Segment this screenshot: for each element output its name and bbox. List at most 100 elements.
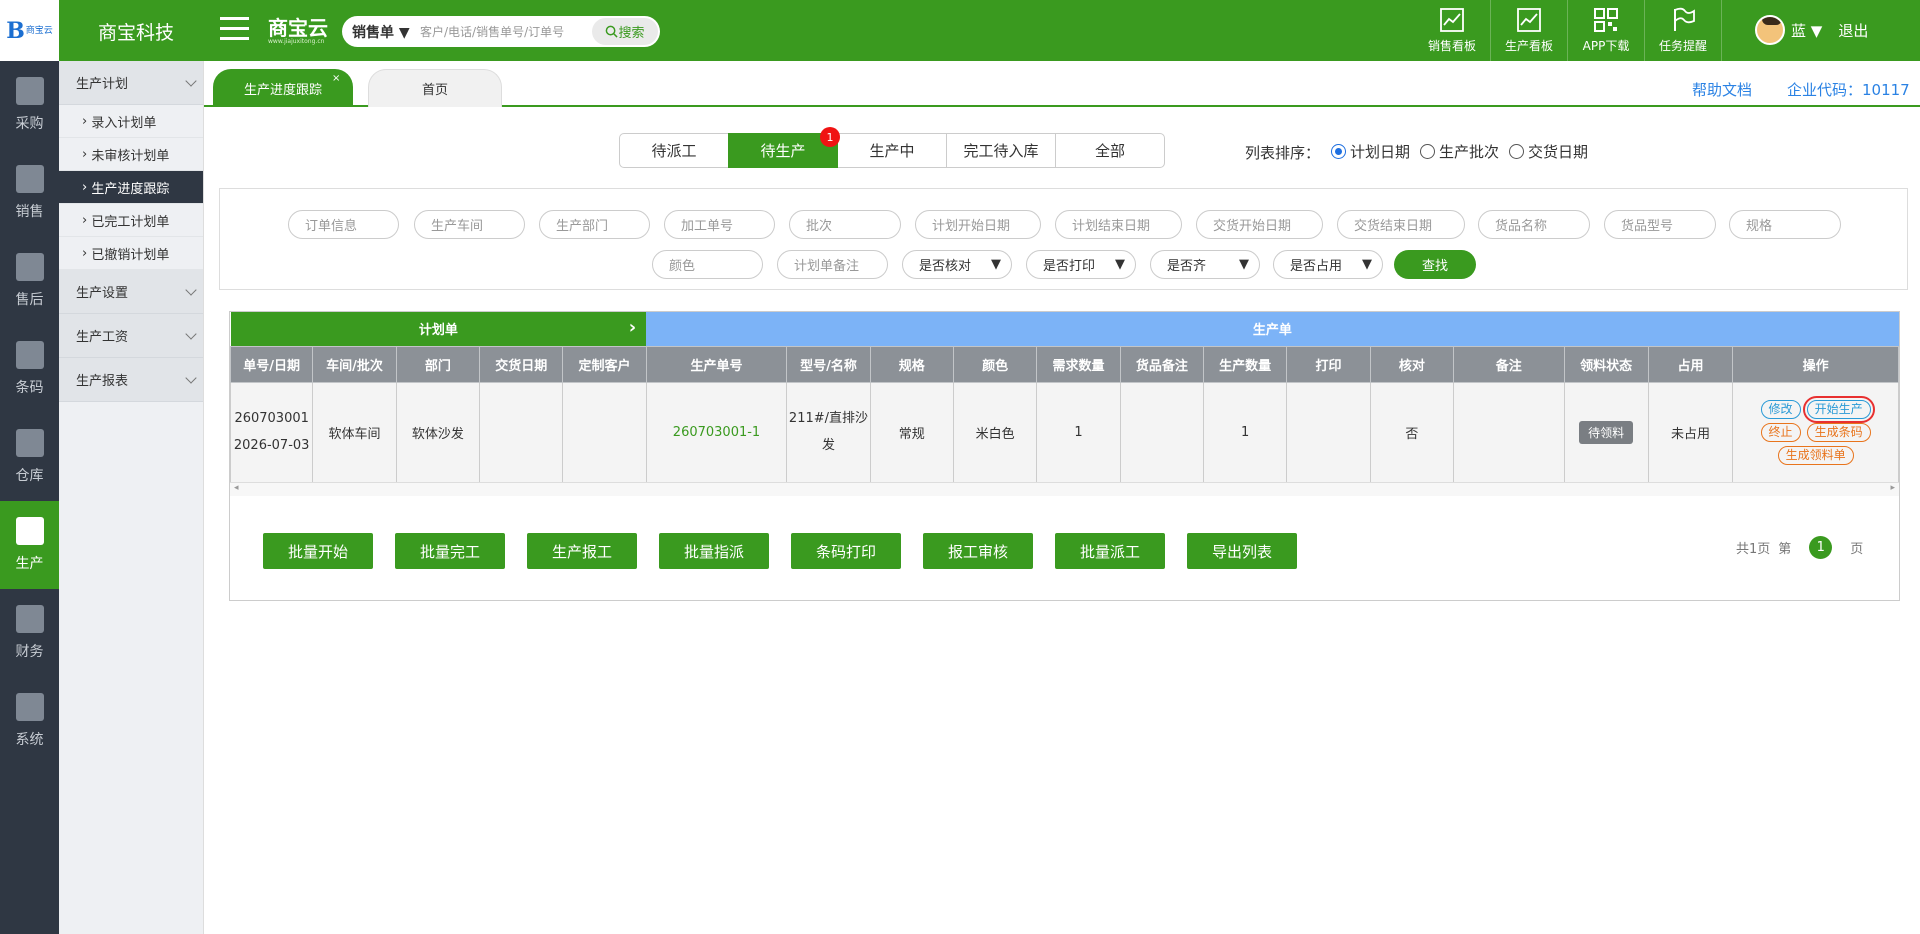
cell-check: 否 [1369, 381, 1455, 483]
production-number-link[interactable]: 260703001-1 [673, 425, 760, 440]
export-list-button[interactable]: 导出列表 [1187, 533, 1297, 569]
sort-delivery-date[interactable]: 交货日期 [1509, 141, 1588, 162]
status-tab-stock-in[interactable]: 完工待入库 [946, 133, 1056, 168]
filter-plan-note[interactable]: 计划单备注 [777, 250, 888, 279]
nav-sales[interactable]: 销售 [0, 149, 59, 237]
task-reminder-label: 任务提醒 [1658, 39, 1707, 53]
sort-batch[interactable]: 生产批次 [1420, 141, 1499, 162]
nav-system[interactable]: 系统 [0, 677, 59, 765]
submenu-group-reports[interactable]: 生产报表 [59, 358, 203, 402]
select-occupied[interactable]: 是否占用 ▼ [1273, 250, 1383, 279]
generate-picklist-button[interactable]: 生成领料单 [1777, 445, 1854, 465]
select-complete[interactable]: 是否齐 ▼ [1150, 250, 1260, 279]
user-name[interactable]: 蓝 ▼ [1791, 20, 1822, 41]
filter-batch[interactable]: 批次 [789, 210, 901, 239]
submenu-item-progress[interactable]: › 生产进度跟踪 [59, 171, 203, 204]
col-header: 车间/批次 [312, 345, 397, 383]
select-checked[interactable]: 是否核对 ▼ [902, 250, 1012, 279]
qrcode-icon [1594, 8, 1618, 32]
filter-goods-model[interactable]: 货品型号 [1604, 210, 1716, 239]
filter-plan-end[interactable]: 计划结束日期 [1055, 210, 1182, 239]
select-printed[interactable]: 是否打印 ▼ [1026, 250, 1136, 279]
help-link[interactable]: 帮助文档 [1692, 79, 1752, 100]
tab-progress[interactable]: 生产进度跟踪 × [213, 69, 353, 107]
close-icon[interactable]: × [332, 73, 340, 84]
cell-prod-no: 260703001-1 [645, 381, 788, 483]
filter-goods-name[interactable]: 货品名称 [1478, 210, 1590, 239]
group-label: 计划单 [418, 323, 458, 339]
sales-board-button[interactable]: 销售看板 [1414, 0, 1491, 61]
nav-label: 仓库 [15, 468, 44, 484]
search-button[interactable]: 搜索 [592, 18, 658, 45]
horizontal-scrollbar[interactable]: ◂ ▸ [230, 482, 1899, 496]
submenu-group-plan[interactable]: 生产计划 [59, 61, 203, 105]
nav-aftersales[interactable]: 售后 [0, 237, 59, 325]
terminate-button[interactable]: 终止 [1760, 422, 1801, 442]
filter-spec[interactable]: 规格 [1729, 210, 1841, 239]
start-production-button[interactable]: 开始生产 [1802, 395, 1875, 423]
search-type-select[interactable]: 销售单 ▼ [342, 22, 420, 42]
submenu-item-completed[interactable]: › 已完工计划单 [59, 204, 203, 237]
nav-barcode[interactable]: 条码 [0, 325, 59, 413]
submenu-item-entry[interactable]: › 录入计划单 [59, 105, 203, 138]
cell-spec: 常规 [869, 381, 954, 483]
filter-order-info[interactable]: 订单信息 [288, 210, 399, 239]
batch-complete-button[interactable]: 批量完工 [395, 533, 505, 569]
production-report-button[interactable]: 生产报工 [527, 533, 637, 569]
cell-color: 米白色 [952, 381, 1038, 483]
app-download-button[interactable]: APP下载 [1568, 0, 1645, 61]
chevron-right-icon[interactable]: › [629, 317, 636, 338]
filter-plan-start[interactable]: 计划开始日期 [915, 210, 1041, 239]
status-tab-producing[interactable]: 生产中 [837, 133, 947, 168]
cell-goods-note [1119, 381, 1205, 483]
page-number[interactable]: 1 [1809, 536, 1833, 559]
barcode-print-button[interactable]: 条码打印 [791, 533, 901, 569]
cell-material: 待领料 [1563, 381, 1649, 483]
filter-color[interactable]: 颜色 [652, 250, 763, 279]
scroll-right-icon[interactable]: ▸ [1890, 483, 1895, 493]
filter-delivery-end[interactable]: 交货结束日期 [1337, 210, 1465, 239]
warehouse-icon [15, 429, 44, 457]
aftersales-icon [15, 253, 44, 281]
generate-barcode-button[interactable]: 生成条码 [1806, 422, 1871, 442]
submenu-group-settings[interactable]: 生产设置 [59, 270, 203, 314]
nav-purchase[interactable]: 采购 [0, 61, 59, 149]
report-review-button[interactable]: 报工审核 [923, 533, 1033, 569]
production-board-button[interactable]: 生产看板 [1491, 0, 1568, 61]
filter-process-no[interactable]: 加工单号 [664, 210, 775, 239]
nav-label: 采购 [15, 116, 44, 132]
robot-arm-icon [15, 517, 44, 545]
nav-production[interactable]: 生产 [0, 501, 59, 589]
batch-assign-button[interactable]: 批量指派 [659, 533, 769, 569]
page-suffix: 页 [1850, 542, 1864, 557]
status-tab-all[interactable]: 全部 [1055, 133, 1165, 168]
filter-delivery-start[interactable]: 交货开始日期 [1196, 210, 1323, 239]
avatar [1755, 15, 1785, 45]
batch-dispatch-button[interactable]: 批量派工 [1055, 533, 1165, 569]
user-menu[interactable]: 蓝 ▼ 退出 [1755, 15, 1868, 45]
task-reminder-button[interactable]: 任务提醒 [1645, 0, 1722, 61]
nav-warehouse[interactable]: 仓库 [0, 413, 59, 501]
app-logo[interactable]: B 商宝云 [0, 0, 59, 61]
col-header: 需求数量 [1036, 345, 1121, 383]
scroll-left-icon[interactable]: ◂ [234, 483, 239, 493]
sort-plan-date[interactable]: 计划日期 [1331, 141, 1410, 162]
status-tab-pending[interactable]: 待生产 1 [728, 127, 840, 168]
find-button[interactable]: 查找 [1394, 250, 1476, 279]
barcode-icon [15, 341, 44, 369]
nav-label: 生产 [15, 556, 44, 572]
submenu-group-wages[interactable]: 生产工资 [59, 314, 203, 358]
nav-finance[interactable]: 财务 [0, 589, 59, 677]
edit-button[interactable]: 修改 [1760, 399, 1801, 419]
batch-start-button[interactable]: 批量开始 [263, 533, 373, 569]
tab-home[interactable]: 首页 [368, 69, 502, 107]
menu-toggle-icon[interactable] [220, 17, 249, 43]
filter-workshop[interactable]: 生产车间 [414, 210, 525, 239]
submenu-item-unreviewed[interactable]: › 未审核计划单 [59, 138, 203, 171]
submenu-item-cancelled[interactable]: › 已撤销计划单 [59, 237, 203, 270]
status-tab-dispatch[interactable]: 待派工 [619, 133, 729, 168]
logout-link[interactable]: 退出 [1838, 20, 1868, 41]
chevron-down-icon [185, 74, 197, 87]
search-input[interactable] [420, 24, 590, 39]
filter-department[interactable]: 生产部门 [539, 210, 650, 239]
